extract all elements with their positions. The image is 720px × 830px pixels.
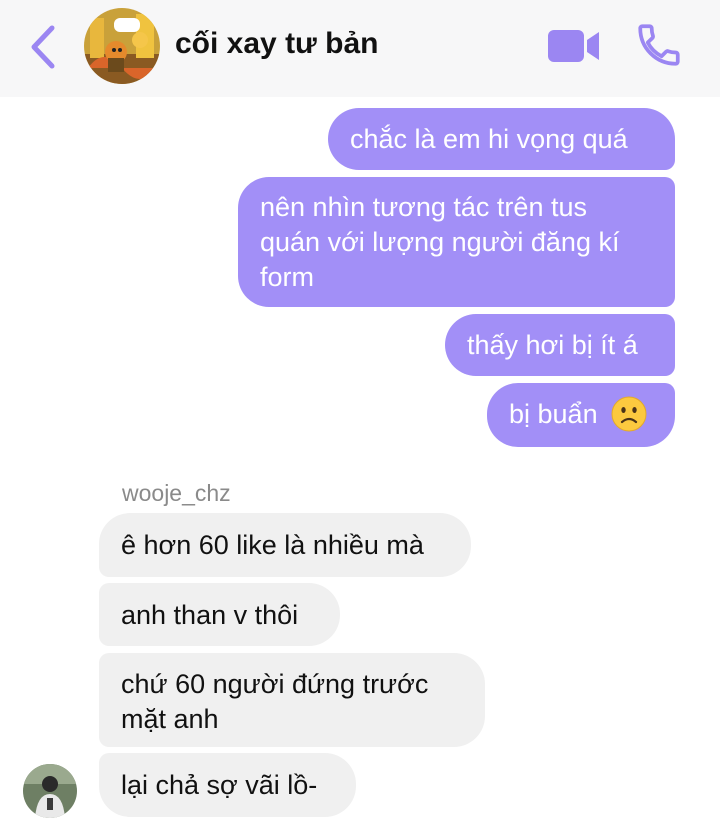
outgoing-message[interactable]: nên nhìn tương tác trên tus quán với lượ… bbox=[238, 177, 675, 307]
group-avatar-image bbox=[84, 8, 160, 84]
message-text: bị buẩn bbox=[509, 399, 598, 429]
chat-title: cối xay tư bản bbox=[175, 27, 379, 60]
incoming-message[interactable]: chứ 60 người đứng trước mặt anh bbox=[99, 653, 485, 747]
message-text-line: chứ 60 người đứng trước bbox=[121, 669, 429, 699]
message-text: thấy hơi bị ít á bbox=[467, 330, 638, 360]
voice-call-button[interactable] bbox=[634, 20, 684, 70]
sender-name: wooje_chz bbox=[122, 480, 231, 506]
outgoing-message[interactable]: chắc là em hi vọng quá bbox=[328, 108, 675, 170]
message-text-line: nên nhìn tương tác trên tus bbox=[260, 192, 587, 222]
phone-icon bbox=[638, 24, 680, 66]
message-text: ê hơn 60 like là nhiều mà bbox=[121, 530, 424, 560]
incoming-message[interactable]: ê hơn 60 like là nhiều mà bbox=[99, 513, 471, 577]
sender-avatar-image bbox=[23, 764, 77, 818]
video-camera-icon bbox=[548, 30, 599, 62]
slightly-frowning-face-icon bbox=[611, 396, 647, 432]
message-text-line: form bbox=[260, 262, 314, 292]
video-call-button[interactable] bbox=[546, 26, 602, 66]
group-avatar[interactable] bbox=[84, 8, 160, 84]
incoming-message[interactable]: lại chả sợ vãi lồ- bbox=[99, 753, 356, 817]
outgoing-message[interactable]: bị buẩn bbox=[487, 383, 675, 447]
message-text: lại chả sợ vãi lồ- bbox=[121, 770, 318, 800]
message-text: chắc là em hi vọng quá bbox=[350, 124, 628, 154]
message-text-line: quán với lượng người đăng kí bbox=[260, 227, 620, 257]
message-text: anh than v thôi bbox=[121, 600, 299, 630]
message-text-line: mặt anh bbox=[121, 704, 219, 734]
chat-header: cối xay tư bản bbox=[0, 0, 720, 97]
outgoing-message[interactable]: thấy hơi bị ít á bbox=[445, 314, 675, 376]
back-button[interactable] bbox=[26, 24, 62, 70]
chevron-left-icon bbox=[31, 25, 55, 69]
incoming-message[interactable]: anh than v thôi bbox=[99, 583, 340, 646]
sender-avatar[interactable] bbox=[23, 764, 77, 818]
